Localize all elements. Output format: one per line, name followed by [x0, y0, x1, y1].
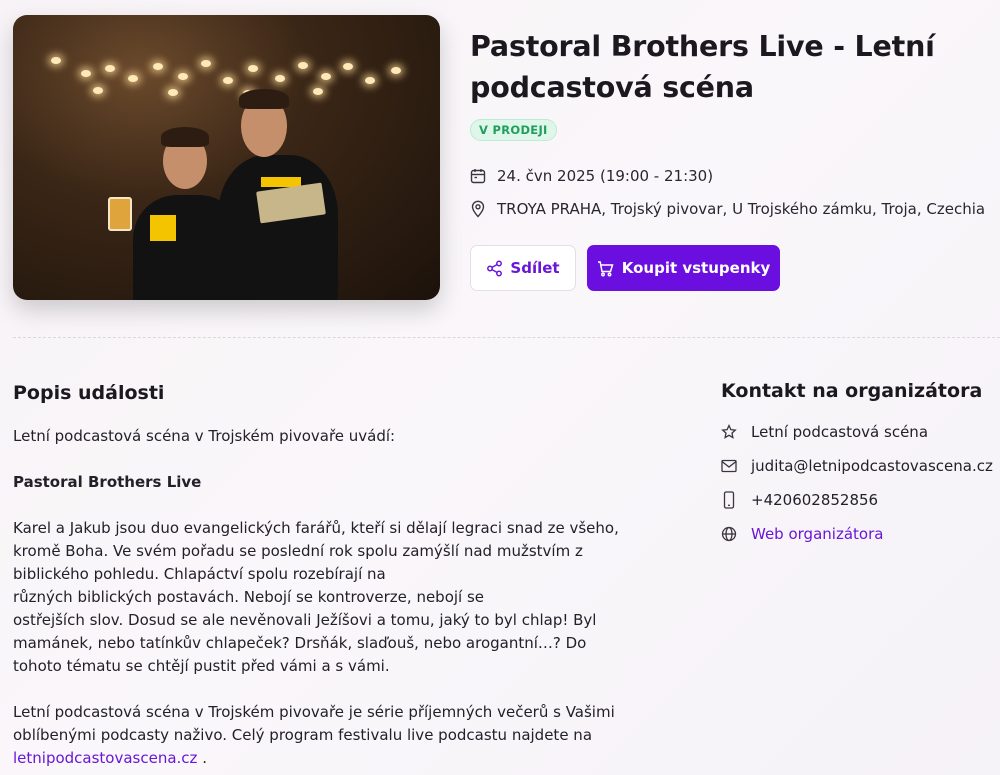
- share-button[interactable]: Sdílet: [470, 245, 576, 291]
- event-description: Letní podcastová scéna v Trojském pivova…: [13, 425, 623, 770]
- description-link-line: letnipodcastovascena.cz .: [13, 747, 623, 770]
- description-line: Karel a Jakub jsou duo evangelických far…: [13, 519, 619, 537]
- section-divider: [13, 337, 1000, 338]
- organizer-web-row: Web organizátora: [721, 525, 883, 543]
- buy-tickets-button[interactable]: Koupit vstupenky: [587, 245, 780, 291]
- share-button-label: Sdílet: [510, 259, 560, 277]
- event-location-row: TROYA PRAHA, Trojský pivovar, U Trojskéh…: [470, 200, 985, 218]
- event-date: 24. čvn 2025 (19:00 - 21:30): [497, 167, 714, 185]
- globe-icon: [721, 526, 737, 542]
- status-badge: V PRODEJI: [470, 119, 557, 141]
- description-line: různých biblických postavách. Nebojí se …: [13, 588, 485, 606]
- event-location: TROYA PRAHA, Trojský pivovar, U Trojskéh…: [497, 200, 986, 218]
- mail-icon: [721, 459, 737, 473]
- description-heading: Popis události: [13, 382, 165, 404]
- phone-icon: [723, 491, 735, 509]
- event-date-row: 24. čvn 2025 (19:00 - 21:30): [470, 167, 713, 185]
- description-line: tohoto tématu se chtějí pustit před vámi…: [13, 657, 390, 675]
- organizer-name: Letní podcastová scéna: [751, 423, 929, 441]
- organizer-email-row: judita@letnipodcastovascena.cz: [721, 457, 993, 475]
- organizer-name-row: Letní podcastová scéna: [721, 423, 928, 441]
- organizer-email[interactable]: judita@letnipodcastovascena.cz: [751, 457, 993, 475]
- map-pin-icon: [471, 200, 485, 218]
- organizer-phone[interactable]: +420602852856: [751, 491, 878, 509]
- event-title: Pastoral Brothers Live - Letní podcastov…: [470, 30, 935, 104]
- contact-heading: Kontakt na organizátora: [721, 380, 983, 402]
- cart-icon: [597, 260, 614, 276]
- buy-tickets-label: Koupit vstupenky: [621, 259, 771, 277]
- share-icon: [487, 260, 503, 276]
- description-intro: Letní podcastová scéna v Trojském pivova…: [13, 427, 396, 445]
- organizer-web-link[interactable]: Web organizátora: [751, 525, 883, 543]
- description-line: kromě Boha. Ve svém pořadu se poslední r…: [13, 542, 583, 560]
- organizer-phone-row: +420602852856: [721, 491, 878, 509]
- description-show-name: Pastoral Brothers Live: [13, 473, 202, 491]
- description-line: biblického pohledu. Chlapáctví spolu roz…: [13, 565, 386, 583]
- festival-link[interactable]: letnipodcastovascena.cz: [13, 749, 197, 767]
- description-outro-line: oblíbenými podcasty naživo. Celý program…: [13, 726, 593, 744]
- star-icon: [721, 424, 737, 439]
- calendar-icon: [470, 169, 486, 184]
- event-image: [13, 15, 440, 300]
- description-line: mamánek, nebo tatínkův chlapeček? Drsňák…: [13, 634, 587, 652]
- description-outro-line: Letní podcastová scéna v Trojském pivova…: [13, 703, 615, 721]
- description-line: ostřejších slov. Dosud se ale nevěnovali…: [13, 611, 597, 629]
- link-suffix: .: [197, 749, 207, 767]
